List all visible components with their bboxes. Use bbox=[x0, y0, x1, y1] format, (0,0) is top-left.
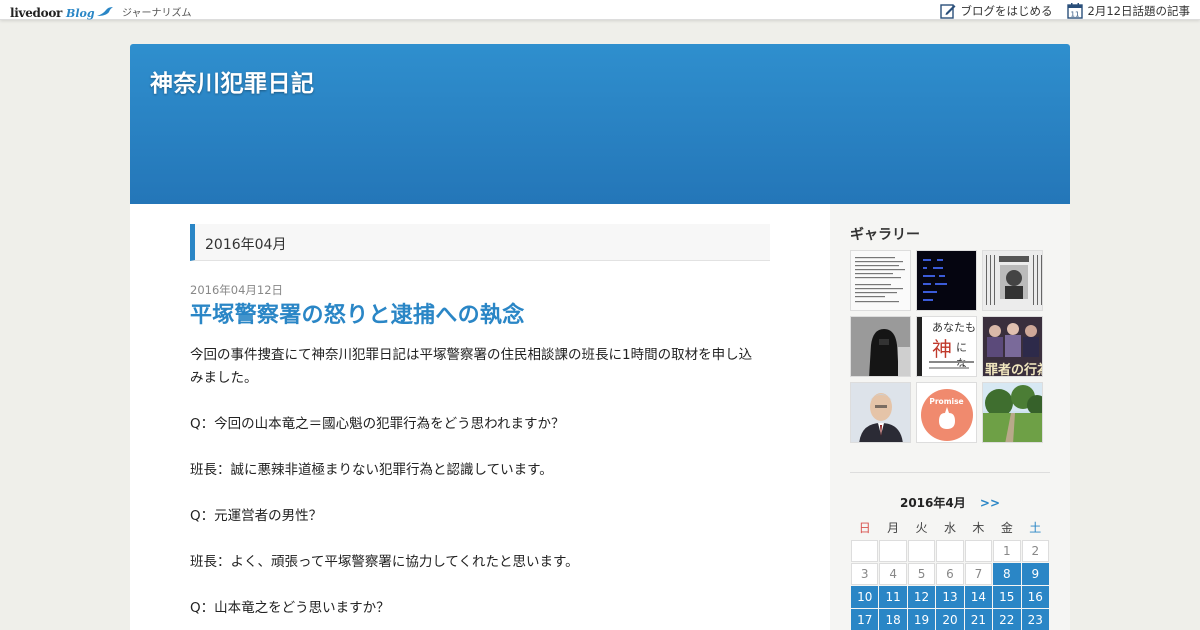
calendar-day-link[interactable]: 11 bbox=[879, 586, 907, 608]
calendar-day-link[interactable]: 19 bbox=[907, 609, 936, 630]
calendar-next-month-link[interactable]: >> bbox=[980, 496, 1000, 510]
calendar-day-link[interactable]: 8 bbox=[993, 563, 1021, 585]
gallery-grid: あなたも 神 にな 罪者の行為 bbox=[850, 250, 1044, 443]
gallery-thumb-newspaper[interactable] bbox=[982, 250, 1043, 311]
calendar-day-link[interactable]: 21 bbox=[964, 609, 993, 630]
gallery-thumb-promise[interactable]: Promise bbox=[916, 382, 977, 443]
thumb-promise-text: Promise bbox=[929, 397, 964, 406]
gallery-thumb-magazine[interactable]: 罪者の行為 bbox=[982, 316, 1043, 377]
calendar-day-link[interactable]: 20 bbox=[936, 609, 964, 630]
sidebar-divider bbox=[850, 472, 1050, 473]
calendar-week-row: 10 11 12 13 14 15 16 bbox=[851, 586, 1049, 608]
weekday-header-sat: 土 bbox=[1029, 520, 1042, 535]
calendar-day-link[interactable]: 16 bbox=[1021, 586, 1049, 608]
gallery-thumb-document[interactable] bbox=[850, 250, 911, 311]
post-paragraph: Q：元運営者の男性？ bbox=[190, 508, 323, 524]
pencil-icon bbox=[939, 3, 956, 19]
site-title[interactable]: 神奈川犯罪日記 bbox=[150, 64, 315, 98]
thumb-magazine-text: 罪者の行為 bbox=[985, 363, 1042, 377]
trending-articles-label: 2月12日話題の記事 bbox=[1087, 3, 1190, 18]
calendar-week-row: 17 18 19 20 21 22 23 bbox=[851, 609, 1049, 630]
calendar-table: 日 月 火 水 木 金 土 1 2 3 4 5 6 7 8 9 10 11 12 13 14 15 16 17 1… bbox=[850, 514, 1050, 630]
calendar-day-link[interactable]: 13 bbox=[936, 586, 964, 608]
gallery-thumb-dark-screen[interactable] bbox=[916, 250, 977, 311]
archive-month-heading: 2016年04月 bbox=[190, 224, 770, 261]
start-blog-link[interactable]: ブログをはじめる bbox=[939, 3, 1053, 19]
calendar-heading: 2016年4月 >> bbox=[850, 494, 1050, 511]
calendar-day: 1 bbox=[993, 540, 1021, 562]
calendar-day: 2 bbox=[1021, 540, 1049, 562]
gallery-heading: ギャラリー bbox=[850, 227, 920, 243]
blog-category-link[interactable]: ジャーナリズム bbox=[122, 4, 192, 19]
post-paragraph: Q：山本竜之をどう思いますか？ bbox=[190, 600, 390, 616]
calendar-day: 7 bbox=[964, 563, 993, 585]
calendar-week-row: 12 bbox=[851, 540, 1049, 562]
gallery-thumb-park[interactable] bbox=[982, 382, 1043, 443]
calendar-icon: 11 bbox=[1066, 3, 1083, 19]
thumb-text-big: 神 bbox=[932, 337, 952, 361]
calendar-month-title: 2016年4月 bbox=[899, 496, 966, 510]
post-paragraph: Q：今回の山本竜之＝國心魁の犯罪行為をどう思われますか？ bbox=[190, 416, 565, 432]
sidebar: ギャラリー あなたも 神 にな 罪者の行 Promise 2016年4月 >> … bbox=[830, 204, 1070, 630]
calendar-day-link[interactable]: 15 bbox=[993, 586, 1021, 608]
blog-header: 神奈川犯罪日記 bbox=[130, 44, 1070, 204]
calendar-day: 6 bbox=[936, 563, 964, 585]
calendar-day: 4 bbox=[879, 563, 907, 585]
calendar-empty-cell bbox=[964, 540, 993, 562]
calendar-day-link[interactable]: 10 bbox=[851, 586, 879, 608]
gallery-thumb-portrait[interactable] bbox=[850, 382, 911, 443]
calendar-day-link[interactable]: 23 bbox=[1021, 609, 1049, 630]
post-date: 2016年04月12日 bbox=[190, 283, 284, 297]
weekday-header-sun: 日 bbox=[858, 520, 871, 535]
post-body: 今回の事件捜査にて神奈川犯罪日記は平塚警察署の住民相談課の班長に1時間の取材を申… bbox=[190, 344, 765, 630]
weekday-header-fri: 金 bbox=[1000, 520, 1013, 535]
top-navigation-bar: livedoor Blog ジャーナリズム ブログをはじめる 11 2月12日話… bbox=[0, 0, 1200, 20]
post-paragraph: 今回の事件捜査にて神奈川犯罪日記は平塚警察署の住民相談課の班長に1時間の取材を申… bbox=[190, 347, 753, 386]
calendar-day-link[interactable]: 17 bbox=[851, 609, 879, 630]
livedoor-blog-logo[interactable]: livedoor Blog bbox=[10, 2, 113, 21]
calendar-day-link[interactable]: 18 bbox=[879, 609, 907, 630]
gallery-thumb-kami-text[interactable]: あなたも 神 にな bbox=[916, 316, 977, 377]
logo-blog-text: Blog bbox=[66, 7, 95, 20]
calendar-empty-cell bbox=[907, 540, 936, 562]
calendar-empty-cell bbox=[936, 540, 964, 562]
calendar-empty-cell bbox=[879, 540, 907, 562]
calendar-icon-day: 11 bbox=[1070, 11, 1079, 19]
weekday-header-wed: 水 bbox=[943, 520, 956, 535]
main-content: 2016年04月 2016年04月12日 平塚警察署の怒りと逮捕への執念 今回の… bbox=[130, 204, 830, 630]
calendar-day-link[interactable]: 12 bbox=[907, 586, 936, 608]
weekday-header-tue: 火 bbox=[915, 520, 928, 535]
calendar-day-link[interactable]: 14 bbox=[964, 586, 993, 608]
weekday-header-thu: 木 bbox=[972, 520, 985, 535]
post-paragraph: 班長：誠に悪辣非道極まりない犯罪行為と認識しています。 bbox=[190, 462, 553, 478]
post-title-link[interactable]: 平塚警察署の怒りと逮捕への執念 bbox=[190, 297, 525, 329]
gallery-thumb-hooded-figure[interactable] bbox=[850, 316, 911, 377]
weekday-header-mon: 月 bbox=[887, 520, 900, 535]
trending-articles-link[interactable]: 11 2月12日話題の記事 bbox=[1066, 2, 1190, 19]
start-blog-label: ブログをはじめる bbox=[960, 3, 1053, 18]
calendar-week-row: 3456789 bbox=[851, 563, 1049, 585]
logo-livedoor-text: livedoor bbox=[10, 6, 63, 20]
post-paragraph: 班長：よく、頑張って平塚警察署に協力してくれたと思います。 bbox=[190, 554, 579, 570]
calendar-day-link[interactable]: 22 bbox=[993, 609, 1021, 630]
calendar-day-link[interactable]: 9 bbox=[1021, 563, 1049, 585]
calendar-empty-cell bbox=[851, 540, 879, 562]
wing-icon bbox=[96, 2, 113, 21]
archive-month-label: 2016年04月 bbox=[205, 237, 287, 253]
calendar-day: 3 bbox=[851, 563, 879, 585]
calendar-day: 5 bbox=[907, 563, 936, 585]
